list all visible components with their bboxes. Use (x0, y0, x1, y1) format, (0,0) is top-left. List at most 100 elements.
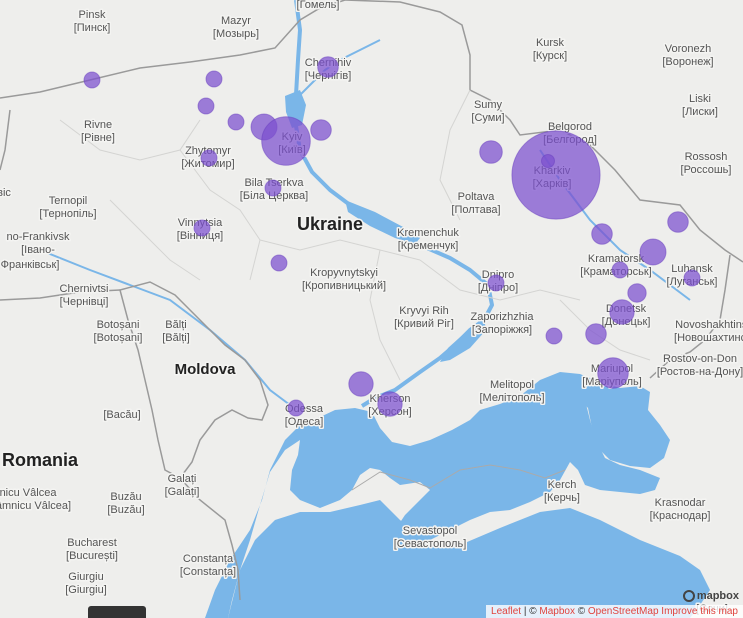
city-label-melitopol: Melitopol (490, 379, 534, 391)
city-label-rostov: Rostov-on-Don (663, 353, 737, 365)
city-label-kryvyi: Kryvyi Rih (399, 305, 449, 317)
city-label-zaporizhzhia: Zaporizhzhia (471, 311, 535, 323)
city-label-ternopil-local: [Тернопіль] (39, 208, 96, 220)
map-control-stub[interactable] (88, 606, 146, 618)
city-label-bucharest-local: [București] (66, 550, 118, 562)
city-label-krasnodar: Krasnodar (655, 497, 706, 509)
city-label-novoshakhtinsk-local: [Новошахтинск] (674, 332, 743, 344)
city-label-ramnicu-local: [Râmnicu Vâlcea] (0, 500, 71, 512)
city-label-bacau-local: [Bacău] (103, 409, 140, 421)
city-label-giurgiu-local: [Giurgiu] (65, 584, 107, 596)
attribution-bar: Leaflet | © Mapbox © OpenStreetMap Impro… (486, 605, 743, 618)
city-label-galati-local: [Galați] (165, 486, 200, 498)
attribution-sep-1: | © (521, 606, 540, 617)
city-label-mazyr: Mazyr (221, 15, 251, 27)
city-label-pinsk-local: [Пинск] (74, 22, 111, 34)
map-bubble-b11[interactable] (193, 219, 211, 237)
mapbox-logo-icon (682, 590, 695, 602)
city-label-poltava: Poltava (458, 191, 496, 203)
city-label-krasnodar-local: [Краснодар] (650, 510, 711, 522)
city-label-kryvyi-local: [Кривий Ріг] (394, 318, 454, 330)
city-label-buzau: Buzău (110, 491, 141, 503)
map-bubble-b4[interactable] (227, 113, 245, 131)
map-bubble-b9[interactable] (261, 116, 311, 166)
map-bubble-b24[interactable] (545, 327, 563, 345)
city-label-sumy-local: [Суми] (471, 112, 504, 124)
map-bubble-b12[interactable] (270, 254, 288, 272)
city-label-vis: віс (0, 187, 11, 199)
city-label-poltava-local: [Полтава] (451, 204, 500, 216)
city-label-ternopil: Ternopil (49, 195, 88, 207)
leaflet-link[interactable]: Leaflet (491, 606, 521, 617)
city-label-rossosh-local: [Россошь] (681, 164, 732, 176)
country-label-romania: Romania (2, 450, 79, 470)
map-bubble-b29[interactable] (487, 274, 505, 292)
city-label-ivano-local: [Івано- (21, 244, 55, 256)
city-label-kursk-local: [Курск] (533, 50, 567, 62)
map-bubble-b5[interactable] (317, 56, 339, 78)
map-bubble-b13[interactable] (287, 399, 305, 417)
mapbox-logo-text: mapbox (696, 590, 739, 602)
map-canvas[interactable]: UkraineMoldovaRomaniaPinsk[Пинск]Mazyr[М… (0, 0, 743, 618)
map-bubble-b19[interactable] (639, 238, 667, 266)
city-label-frankivsk2: Франківськ] (1, 259, 60, 271)
city-label-sevastopol-local: [Севастополь] (394, 538, 467, 550)
map-bubble-b2[interactable] (205, 70, 223, 88)
mapbox-link[interactable]: Mapbox (539, 606, 575, 617)
city-label-bucharest: Bucharest (67, 537, 117, 549)
map-bubble-b17[interactable] (591, 223, 613, 245)
map-bubble-b27[interactable] (348, 371, 374, 397)
city-label-rossosh: Rossosh (685, 151, 728, 163)
country-label-ukraine: Ukraine (297, 214, 363, 234)
city-label-balti-local: [Bălți] (162, 332, 190, 344)
map-bubble-b20[interactable] (683, 269, 701, 287)
map-bubble-b25[interactable] (585, 323, 607, 345)
map-container[interactable]: Ukraine Moldova Romania Pinsk [Пинск] Mazyr [М… (0, 0, 743, 618)
map-bubble-b26[interactable] (597, 357, 629, 389)
city-label-liski-local: [Лиски] (682, 106, 718, 118)
city-label-ramnicu: nicu Vâlcea (0, 487, 57, 499)
city-label-constanta-local: [Constanța] (180, 566, 236, 578)
city-label-voronezh: Voronezh (665, 43, 711, 55)
country-label-moldova: Moldova (175, 361, 236, 378)
osm-link[interactable]: OpenStreetMap (588, 606, 659, 617)
map-bubble-b16[interactable] (541, 154, 555, 168)
city-label-rivne-local: [Рівне] (81, 132, 115, 144)
city-label-kropyvnytskyi-local: [Кропивницький] (302, 280, 386, 292)
city-label-voronezh-local: [Воронеж] (662, 56, 713, 68)
map-bubble-b22[interactable] (627, 283, 647, 303)
city-label-kursk: Kursk (536, 37, 565, 49)
map-bubble-b6[interactable] (200, 149, 218, 167)
city-label-botosani-local: [Botoșani] (94, 332, 143, 344)
map-bubble-b15[interactable] (511, 130, 601, 220)
city-label-giurgiu: Giurgiu (68, 571, 103, 583)
mapbox-logo[interactable]: mapbox (682, 590, 739, 602)
map-bubble-b14[interactable] (479, 140, 503, 164)
city-label-homel-local: [Гомель] (297, 0, 340, 11)
city-label-sumy: Sumy (474, 99, 503, 111)
city-label-ivano: no-Frankivsk (7, 231, 70, 243)
city-label-chernivtsi: Chernivtsi (60, 283, 109, 295)
map-bubble-b28[interactable] (377, 391, 403, 417)
city-label-rostov-local: [Ростов-на-Дону] (657, 366, 743, 378)
map-bubble-b7[interactable] (264, 179, 282, 197)
map-bubble-b18[interactable] (667, 211, 689, 233)
map-bubble-b3[interactable] (197, 97, 215, 115)
city-label-rivne: Rivne (84, 119, 112, 131)
map-bubble-b21[interactable] (611, 261, 629, 279)
map-bubble-b23[interactable] (609, 299, 635, 325)
city-label-balti: Bălți (165, 319, 186, 331)
city-label-botosani: Botoșani (97, 319, 140, 331)
city-label-melitopol-local: [Мелітополь] (479, 392, 544, 404)
attribution-sep-2: © (574, 606, 588, 617)
city-label-kropyvnytskyi: Kropyvnytskyi (310, 267, 378, 279)
city-label-novoshakhtinsk: Novoshakhtinsk (675, 319, 743, 331)
city-label-kerch: Kerch (548, 479, 577, 491)
city-label-odessa-local: [Одеса] (285, 416, 324, 428)
city-label-sevastopol: Sevastopol (403, 525, 457, 537)
city-label-zaporizhzhia-local: [Запоріжжя] (472, 324, 532, 336)
map-bubble-b1[interactable] (83, 71, 101, 89)
map-bubble-b10[interactable] (310, 119, 332, 141)
improve-map-link[interactable]: Improve this map (661, 606, 738, 617)
city-label-chernivtsi-local: [Чернівці] (60, 296, 109, 308)
